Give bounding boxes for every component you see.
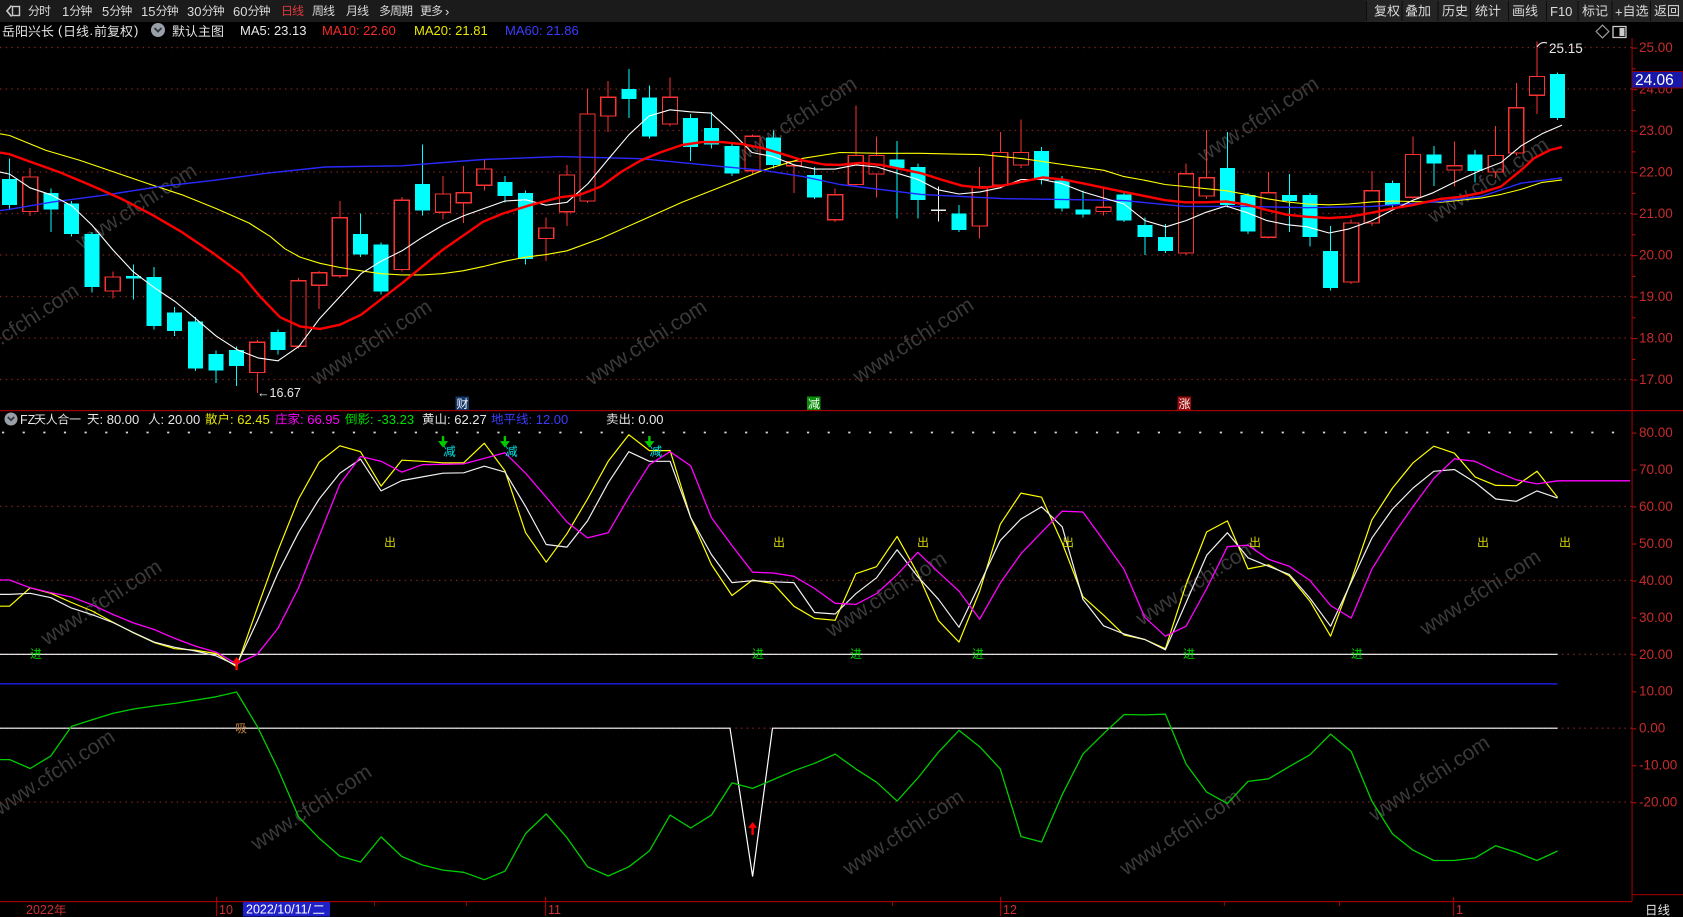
svg-text:MA60: 21.86: MA60: 21.86 bbox=[505, 23, 579, 38]
svg-text:: 20.00: : 20.00 bbox=[161, 412, 201, 427]
svg-text:: 66.95: : 66.95 bbox=[300, 412, 340, 427]
svg-text:2022/10/11/: 2022/10/11/ bbox=[246, 903, 312, 917]
svg-text:-10.00: -10.00 bbox=[1639, 758, 1677, 773]
svg-text:MA10: 22.60: MA10: 22.60 bbox=[322, 23, 396, 38]
svg-text:: -33.23: : -33.23 bbox=[370, 412, 414, 427]
svg-text:10: 10 bbox=[219, 903, 233, 917]
svg-text:25.15: 25.15 bbox=[1549, 41, 1583, 56]
svg-text:30.00: 30.00 bbox=[1639, 610, 1673, 625]
svg-text:0: 0 bbox=[194, 4, 201, 19]
svg-text:0.00: 0.00 bbox=[1639, 721, 1665, 736]
svg-text:50.00: 50.00 bbox=[1639, 536, 1673, 551]
svg-text:20.00: 20.00 bbox=[1639, 248, 1673, 263]
svg-text:FZ: FZ bbox=[20, 413, 36, 427]
svg-text:F10: F10 bbox=[1550, 4, 1572, 19]
svg-text:2022: 2022 bbox=[26, 903, 54, 917]
svg-text:80.00: 80.00 bbox=[1639, 425, 1673, 440]
svg-text:: 80.00: : 80.00 bbox=[100, 412, 140, 427]
svg-text:23.00: 23.00 bbox=[1639, 123, 1673, 138]
svg-text:22.00: 22.00 bbox=[1639, 165, 1673, 180]
svg-text:: 12.00: : 12.00 bbox=[529, 412, 569, 427]
svg-text:19.00: 19.00 bbox=[1639, 289, 1673, 304]
svg-text:60.00: 60.00 bbox=[1639, 499, 1673, 514]
svg-text:40.00: 40.00 bbox=[1639, 573, 1673, 588]
svg-text:1: 1 bbox=[1456, 903, 1463, 917]
svg-text:20.00: 20.00 bbox=[1639, 647, 1673, 662]
svg-text:17.00: 17.00 bbox=[1639, 372, 1673, 387]
svg-text:11: 11 bbox=[548, 903, 561, 917]
svg-text:MA20: 21.81: MA20: 21.81 bbox=[414, 23, 488, 38]
svg-text:24.06: 24.06 bbox=[1635, 72, 1674, 89]
svg-text:-20.00: -20.00 bbox=[1639, 795, 1677, 810]
svg-text:.: . bbox=[90, 23, 94, 38]
svg-text:1: 1 bbox=[62, 4, 69, 19]
svg-text:›: › bbox=[445, 4, 449, 19]
svg-text:5: 5 bbox=[148, 4, 155, 19]
svg-text:: 62.27: : 62.27 bbox=[447, 412, 487, 427]
svg-text:10.00: 10.00 bbox=[1639, 684, 1673, 699]
svg-text:12: 12 bbox=[1003, 903, 1017, 917]
svg-text:5: 5 bbox=[102, 4, 109, 19]
svg-text:(: ( bbox=[58, 23, 63, 38]
svg-text:25.00: 25.00 bbox=[1639, 40, 1673, 55]
svg-text:): ) bbox=[134, 23, 138, 38]
svg-text:MA5: 23.13: MA5: 23.13 bbox=[240, 23, 307, 38]
svg-text:3: 3 bbox=[187, 4, 194, 19]
svg-text:+: + bbox=[1615, 5, 1623, 20]
svg-text:0: 0 bbox=[240, 4, 247, 19]
svg-text:18.00: 18.00 bbox=[1639, 331, 1673, 346]
svg-text:1: 1 bbox=[141, 4, 148, 19]
svg-text:6: 6 bbox=[233, 4, 240, 19]
svg-text:70.00: 70.00 bbox=[1639, 462, 1673, 477]
svg-text:←16.67: ←16.67 bbox=[257, 386, 301, 400]
svg-text:: 62.45: : 62.45 bbox=[230, 412, 270, 427]
svg-text:21.00: 21.00 bbox=[1639, 206, 1673, 221]
svg-text:: 0.00: : 0.00 bbox=[631, 412, 664, 427]
